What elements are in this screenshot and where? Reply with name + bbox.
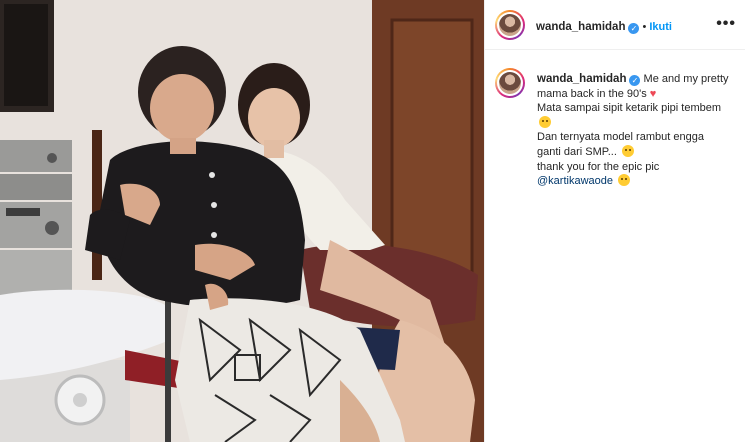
grinning-emoji-icon <box>621 144 634 157</box>
header-user-line: wanda_hamidah ✓ • Ikuti <box>536 17 672 35</box>
avatar[interactable] <box>495 10 525 40</box>
separator-dot: • <box>642 21 647 33</box>
caption-text-1: Me and my pretty <box>643 73 729 85</box>
caption-avatar[interactable] <box>495 68 525 98</box>
caption-line-2: mama back in the 90's ♥ <box>537 87 745 102</box>
caption-text: wanda_hamidah ✓ Me and my pretty mama bac… <box>537 72 745 189</box>
caption-line-1: wanda_hamidah ✓ Me and my pretty <box>537 72 745 87</box>
post-side-panel: wanda_hamidah ✓ • Ikuti ••• wanda_hamidah ✓ … <box>484 0 745 442</box>
caption-username-link[interactable]: wanda_hamidah <box>537 73 626 85</box>
mention-link[interactable]: @kartikawaode <box>537 175 613 187</box>
caption-line-3: Mata sampai sipit ketarik pipi tembem <box>537 102 722 115</box>
post-header: wanda_hamidah ✓ • Ikuti ••• <box>485 0 745 50</box>
caption-line-8: @kartikawaode <box>537 174 745 189</box>
caption-text-2: mama back in the 90's <box>537 87 647 100</box>
caption-line-5: Dan ternyata model rambut engga <box>537 131 704 144</box>
red-heart-emoji-icon: ♥ <box>649 87 657 100</box>
follow-button[interactable]: Ikuti <box>649 21 672 33</box>
post-photo[interactable] <box>0 0 484 442</box>
caption-profile-picture <box>499 72 521 94</box>
caption-text-6: ganti dari SMP... <box>537 145 617 158</box>
photo-illustration <box>0 0 484 442</box>
caption-line-6: ganti dari SMP... <box>537 144 745 160</box>
more-options-icon[interactable]: ••• <box>716 16 736 32</box>
caption-line-7: thank you for the epic pic <box>537 160 660 173</box>
caption-verified-badge-icon: ✓ <box>629 75 641 86</box>
verified-badge-icon: ✓ <box>628 23 640 34</box>
laughing-emoji-icon <box>539 115 551 128</box>
profile-picture <box>499 14 521 36</box>
caption-line-4 <box>537 115 745 131</box>
kissing-emoji-icon <box>618 174 631 187</box>
username-link[interactable]: wanda_hamidah <box>536 21 625 33</box>
